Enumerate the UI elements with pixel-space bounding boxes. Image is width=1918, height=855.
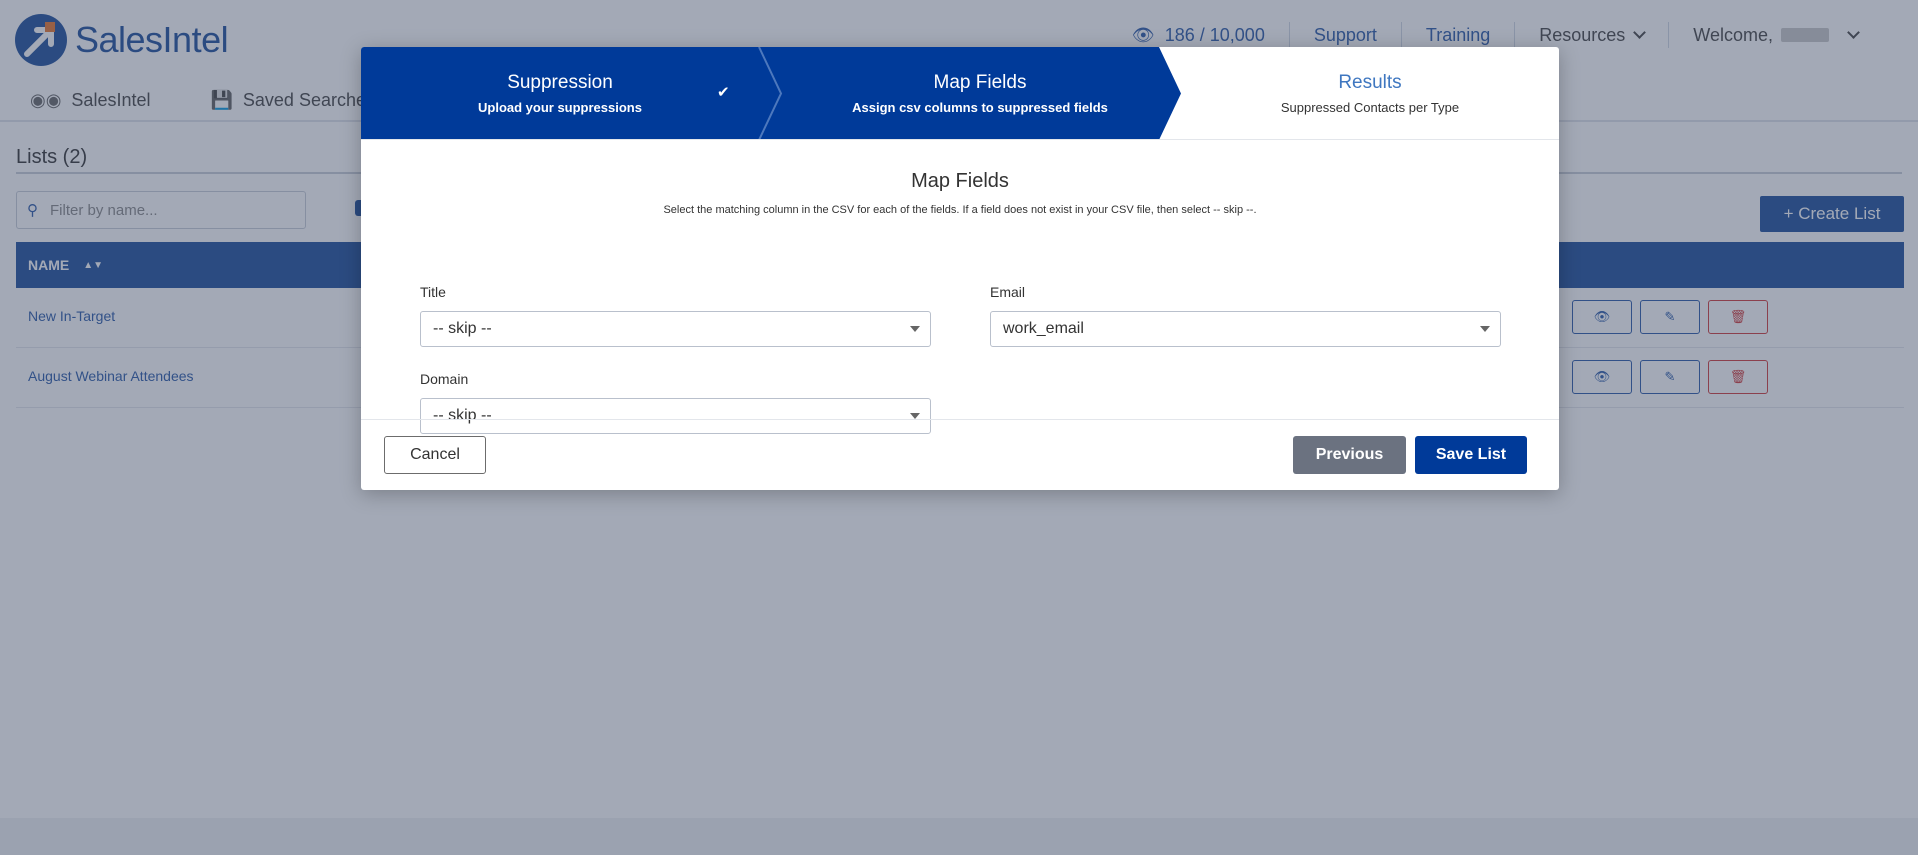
step-suppression[interactable]: Suppression Upload your suppressions ✔ <box>361 47 759 140</box>
step-subtitle: Suppressed Contacts per Type <box>1280 100 1460 115</box>
map-fields-modal: Suppression Upload your suppressions ✔ M… <box>361 47 1559 490</box>
domain-select-value: -- skip -- <box>433 407 492 424</box>
step-map-fields[interactable]: Map Fields Assign csv columns to suppres… <box>781 47 1179 140</box>
title-select-value: -- skip -- <box>433 320 492 337</box>
step-title: Results <box>1338 72 1402 93</box>
step-subtitle: Assign csv columns to suppressed fields <box>852 100 1108 115</box>
email-select[interactable]: work_email <box>990 311 1501 347</box>
title-select[interactable]: -- skip -- <box>420 311 931 347</box>
step-title: Suppression <box>507 72 613 93</box>
footer-divider <box>361 419 1559 420</box>
modal-body: Map Fields Select the matching column in… <box>361 140 1559 466</box>
email-field-label: Email <box>990 284 1026 300</box>
step-subtitle: Upload your suppressions <box>478 100 642 115</box>
previous-button[interactable]: Previous <box>1293 436 1406 474</box>
save-list-button[interactable]: Save List <box>1415 436 1527 474</box>
cancel-button[interactable]: Cancel <box>384 436 486 474</box>
wizard-steps: Suppression Upload your suppressions ✔ M… <box>361 47 1559 140</box>
modal-description: Select the matching column in the CSV fo… <box>663 204 1257 216</box>
caret-down-icon <box>1480 326 1490 332</box>
email-select-value: work_email <box>1003 320 1084 337</box>
caret-down-icon <box>910 326 920 332</box>
step-results[interactable]: Results Suppressed Contacts per Type <box>1181 47 1559 140</box>
domain-field-label: Domain <box>420 371 469 387</box>
title-field-label: Title <box>420 284 446 300</box>
step-title: Map Fields <box>933 72 1027 93</box>
modal-title: Map Fields <box>911 170 1009 192</box>
domain-select[interactable]: -- skip -- <box>420 398 931 434</box>
check-icon: ✔ <box>717 84 730 101</box>
